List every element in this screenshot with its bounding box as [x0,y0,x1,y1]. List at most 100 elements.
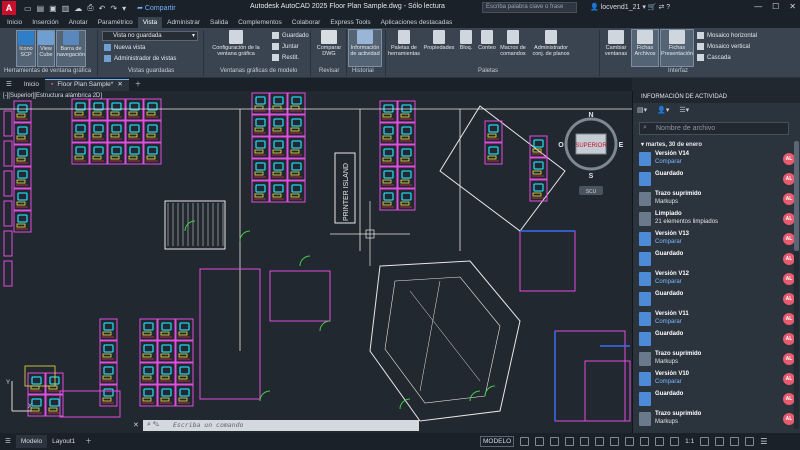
save-as-icon[interactable]: ▥ [62,4,70,13]
close-cmd-icon[interactable]: ✕ [133,421,139,429]
viewport-controls[interactable]: [-][Superior][Estructura alámbrica 2D] [3,93,102,99]
activity-item[interactable]: Versión V13 Comparar AL [639,230,795,249]
file-tab-start[interactable]: Inicio [18,79,45,91]
customize-icon[interactable]: ☰ [760,437,767,446]
search-input[interactable]: Escriba palabra clave o frase [482,2,577,13]
list-filter-icon[interactable]: ☰▾ [679,106,689,114]
auto-scale-icon[interactable] [670,437,680,446]
ucs-icon-button[interactable]: Icono SCP [16,30,36,67]
tool-palettes-button[interactable]: Paletas de herramientas [386,30,422,57]
compass-west[interactable]: O [558,142,564,149]
sheet-set-button[interactable]: Administrador conj. de planos [529,30,573,57]
hardware-accel-icon[interactable] [730,437,740,446]
activity-insights-button[interactable]: Información de actividad [348,29,382,67]
user-filter-icon[interactable]: 👤▾ [657,106,669,114]
viewport-join-button[interactable]: Juntar [272,43,299,50]
activity-item[interactable]: Versión V11 Comparar AL [639,310,795,329]
drawing-canvas[interactable]: PRINTER ISLAND [-][Superior][Estructura … [0,91,632,433]
ortho-icon[interactable] [550,437,560,446]
count-button[interactable]: Conteo [476,30,498,51]
lineweight-icon[interactable] [610,437,620,446]
viewcube-button[interactable]: View Cube [37,30,55,67]
otrack-icon[interactable] [595,437,605,446]
tile-horizontal-button[interactable]: Mosaico horizontal [697,32,757,39]
close-icon[interactable]: ✕ [789,2,796,11]
activity-item[interactable]: Trazo suprimido Markups AL [639,410,795,429]
activity-item[interactable]: Versión V12 Comparar AL [639,270,795,289]
dropdown-icon[interactable]: ▾ [122,4,126,13]
share-icon[interactable]: ➦ Compartir [137,4,176,12]
activity-item[interactable]: Limpiado 21 elementos limpiados AL [639,210,795,229]
floor-plan-drawing[interactable]: PRINTER ISLAND [0,91,632,433]
snap-icon[interactable] [535,437,545,446]
selection-cycling-icon[interactable] [640,437,650,446]
viewport-save-button[interactable]: Guardado [272,32,309,39]
app-menu-icon[interactable]: ☰ [0,79,18,91]
transparency-icon[interactable] [625,437,635,446]
compass-north[interactable]: N [588,112,593,119]
cloud-icon[interactable]: ☁ [74,4,82,13]
navbar-button[interactable]: Barra de navegación [56,30,86,67]
minimize-icon[interactable]: — [754,2,762,11]
ribbon-tab[interactable]: Administrar [162,17,205,28]
activity-item[interactable]: Trazo suprimido Markups AL [639,190,795,209]
annotation-scale[interactable]: 1:1 [685,438,694,445]
grid-icon[interactable] [520,437,530,446]
view-manager-button[interactable]: Administrador de vistas [104,55,176,62]
activity-item[interactable]: Guardado AL [639,390,795,409]
view-combo[interactable]: Vista no guardada ▾ [102,31,198,41]
viewport-config-button[interactable]: Configuración de la ventana gráfica [208,30,264,57]
undo-icon[interactable]: ↶ [99,4,106,13]
compare-dwg-button[interactable]: Comparar DWG [313,30,345,57]
add-layout-icon[interactable]: ＋ [80,435,97,448]
model-space-toggle[interactable]: MODELO [480,436,515,447]
ribbon-tab[interactable]: Anotar [64,17,93,28]
scrollbar-thumb[interactable] [794,141,799,251]
ribbon-tab[interactable]: Colaborar [287,17,326,28]
compass-east[interactable]: E [619,142,624,149]
activity-subtitle[interactable]: Comparar [655,279,682,285]
ribbon-tab[interactable]: Inicio [2,17,27,28]
ribbon-tab[interactable]: Paramétrico [93,17,138,28]
activity-item[interactable]: Guardado AL [639,170,795,189]
annotation-visibility-icon[interactable] [655,437,665,446]
activity-subtitle[interactable]: Comparar [655,319,682,325]
palette-scrollbar[interactable] [794,141,799,429]
date-group-header[interactable]: ▾ martes, 30 de enero [641,141,702,148]
ribbon-tab[interactable]: Aplicaciones destacadas [376,17,458,28]
activity-item[interactable]: Guardado AL [639,290,795,309]
clean-screen-icon[interactable] [745,437,755,446]
ribbon-tab[interactable]: Express Tools [325,17,375,28]
redo-icon[interactable]: ↷ [110,4,117,13]
block-button[interactable]: Bloq. [457,30,475,51]
layout-tabs-button[interactable]: Fichas Presentación [660,29,694,67]
properties-button[interactable]: Propiedades [422,30,456,51]
macros-button[interactable]: Macros de comandos [498,30,528,57]
filename-search-input[interactable]: Nombre de archivo [639,122,789,135]
maximize-icon[interactable]: ☐ [772,2,779,11]
save-icon[interactable]: ▣ [49,4,57,13]
viewcube[interactable]: SUPERIOR N S E O SCU [556,106,626,201]
command-line-input[interactable]: Escriba un comando [143,420,419,431]
activity-item[interactable]: Versión V14 Comparar AL [639,150,795,169]
activity-item[interactable]: Guardado AL [639,250,795,269]
tile-vertical-button[interactable]: Mosaico vertical [697,43,750,50]
new-tab-icon[interactable]: ＋ [129,79,148,91]
activity-subtitle[interactable]: Comparar [655,159,682,165]
new-icon[interactable]: ▭ [24,4,32,13]
viewcube-top-face[interactable]: SUPERIOR [575,143,607,149]
command-icon[interactable]: ⌕ ✎ [147,421,159,429]
cascade-button[interactable]: Cascada [697,54,731,61]
print-icon[interactable]: ⎙ [87,3,93,13]
activity-item[interactable]: Versión V10 Comparar AL [639,370,795,389]
switch-windows-button[interactable]: Cambiar ventanas [602,30,630,57]
layout-menu-icon[interactable]: ☰ [0,435,16,448]
osnap-icon[interactable] [580,437,590,446]
tab-model[interactable]: Modelo [15,435,48,448]
open-icon[interactable]: ▤ [37,4,45,13]
activity-item[interactable]: Trazo suprimido Markups AL [639,350,795,369]
view-options-icon[interactable]: ▤▾ [637,106,647,114]
file-tabs-button[interactable]: Fichas Archivos [631,29,659,67]
compass-south[interactable]: S [589,173,594,180]
viewport-restore-button[interactable]: Restit. [272,54,299,61]
